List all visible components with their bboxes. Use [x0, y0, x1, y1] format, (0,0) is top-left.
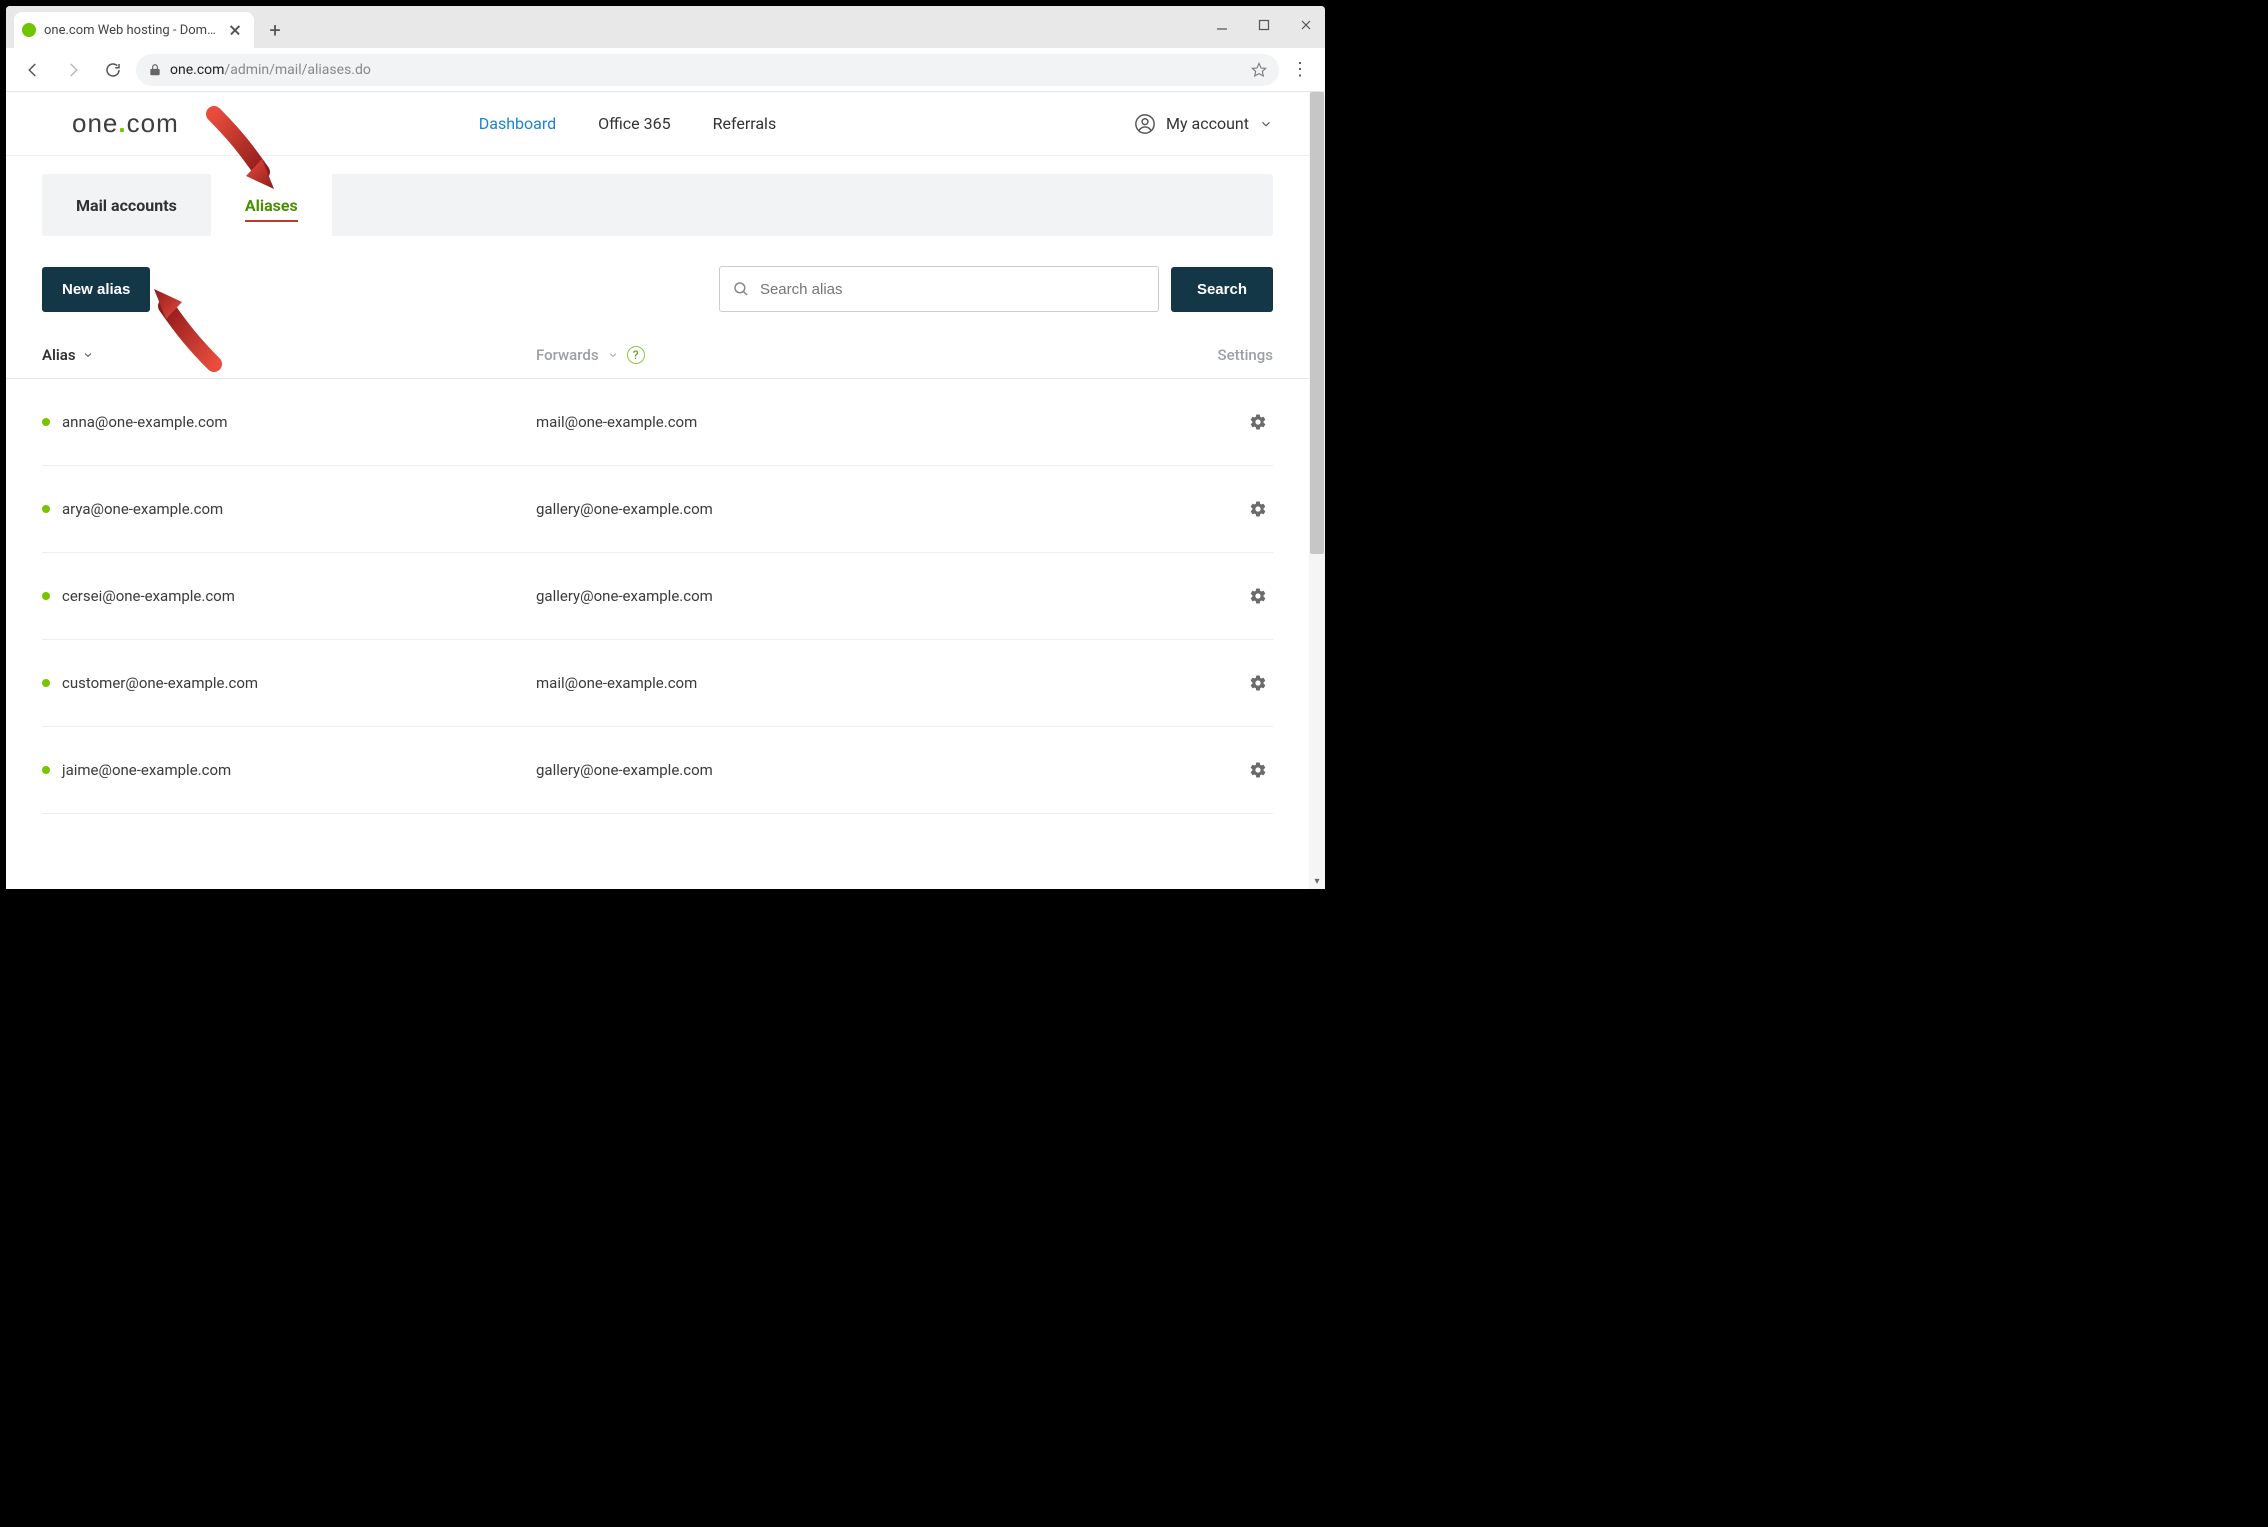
- status-dot: [42, 679, 50, 687]
- browser-titlebar: one.com Web hosting - Domain… +: [6, 6, 1325, 48]
- close-tab-icon[interactable]: [228, 23, 242, 37]
- vertical-scrollbar[interactable]: ▴ ▾: [1309, 92, 1325, 889]
- row-settings-button[interactable]: [1249, 674, 1273, 692]
- forward-cell: mail@one-example.com: [536, 413, 1249, 431]
- user-icon: [1134, 113, 1156, 135]
- row-settings-button[interactable]: [1249, 500, 1273, 518]
- alias-cell: anna@one-example.com: [62, 413, 228, 431]
- new-tab-button[interactable]: +: [260, 15, 290, 45]
- nav-forward-button[interactable]: [56, 53, 90, 87]
- help-icon[interactable]: ?: [627, 346, 645, 364]
- window-maximize-button[interactable]: [1251, 12, 1277, 38]
- tab-title: one.com Web hosting - Domain…: [44, 23, 220, 38]
- search-alias-input[interactable]: [760, 281, 1146, 298]
- chevron-down-icon: [82, 349, 94, 361]
- search-alias-field[interactable]: [719, 266, 1159, 312]
- tab-underline: [245, 220, 298, 223]
- browser-tab[interactable]: one.com Web hosting - Domain…: [14, 12, 254, 48]
- scroll-down-icon[interactable]: ▾: [1309, 876, 1325, 887]
- table-row: anna@one-example.com mail@one-example.co…: [42, 379, 1273, 466]
- column-header-forwards[interactable]: Forwards ?: [536, 346, 1217, 364]
- tab-favicon: [22, 23, 36, 37]
- tab-aliases[interactable]: Aliases: [211, 174, 332, 236]
- status-dot: [42, 418, 50, 426]
- forward-cell: gallery@one-example.com: [536, 761, 1249, 779]
- search-button[interactable]: Search: [1171, 267, 1273, 312]
- tab-mail-accounts[interactable]: Mail accounts: [42, 174, 211, 236]
- table-row: customer@one-example.com mail@one-exampl…: [42, 640, 1273, 727]
- status-dot: [42, 592, 50, 600]
- lock-icon: [148, 63, 162, 77]
- nav-dashboard[interactable]: Dashboard: [479, 114, 556, 133]
- forward-cell: mail@one-example.com: [536, 674, 1249, 692]
- url-text: one.com/admin/mail/aliases.do: [170, 62, 1237, 78]
- browser-menu-button[interactable]: ⋮: [1285, 59, 1315, 80]
- nav-office365[interactable]: Office 365: [598, 114, 670, 133]
- bookmark-star-icon[interactable]: [1251, 62, 1267, 78]
- table-row: cersei@one-example.com gallery@one-examp…: [42, 553, 1273, 640]
- alias-cell: customer@one-example.com: [62, 674, 258, 692]
- nav-back-button[interactable]: [16, 53, 50, 87]
- logo-dot: .: [118, 108, 126, 139]
- site-header: one.com Dashboard Office 365 Referrals M…: [6, 92, 1309, 156]
- alias-cell: arya@one-example.com: [62, 500, 223, 518]
- forward-cell: gallery@one-example.com: [536, 500, 1249, 518]
- plus-icon: +: [269, 20, 280, 40]
- brand-logo[interactable]: one.com: [72, 108, 179, 139]
- row-settings-button[interactable]: [1249, 761, 1273, 779]
- window-minimize-button[interactable]: [1209, 12, 1235, 38]
- browser-toolbar: one.com/admin/mail/aliases.do ⋮: [6, 48, 1325, 92]
- table-row: jaime@one-example.com gallery@one-exampl…: [42, 727, 1273, 814]
- account-menu[interactable]: My account: [1134, 113, 1273, 135]
- account-label: My account: [1166, 114, 1249, 133]
- scroll-thumb[interactable]: [1310, 92, 1324, 554]
- search-icon: [732, 280, 750, 298]
- chevron-down-icon: [607, 349, 619, 361]
- column-header-settings: Settings: [1217, 346, 1273, 364]
- nav-reload-button[interactable]: [96, 53, 130, 87]
- alias-cell: jaime@one-example.com: [62, 761, 231, 779]
- mail-subtabs: Mail accounts Aliases: [42, 174, 1273, 236]
- table-row: arya@one-example.com gallery@one-example…: [42, 466, 1273, 553]
- status-dot: [42, 766, 50, 774]
- new-alias-button[interactable]: New alias: [42, 267, 150, 312]
- chevron-down-icon: [1259, 117, 1273, 131]
- status-dot: [42, 505, 50, 513]
- column-header-alias[interactable]: Alias: [42, 346, 536, 364]
- window-close-button[interactable]: [1293, 12, 1319, 38]
- forward-cell: gallery@one-example.com: [536, 587, 1249, 605]
- row-settings-button[interactable]: [1249, 413, 1273, 431]
- address-bar[interactable]: one.com/admin/mail/aliases.do: [136, 54, 1279, 86]
- row-settings-button[interactable]: [1249, 587, 1273, 605]
- nav-referrals[interactable]: Referrals: [713, 114, 777, 133]
- alias-cell: cersei@one-example.com: [62, 587, 235, 605]
